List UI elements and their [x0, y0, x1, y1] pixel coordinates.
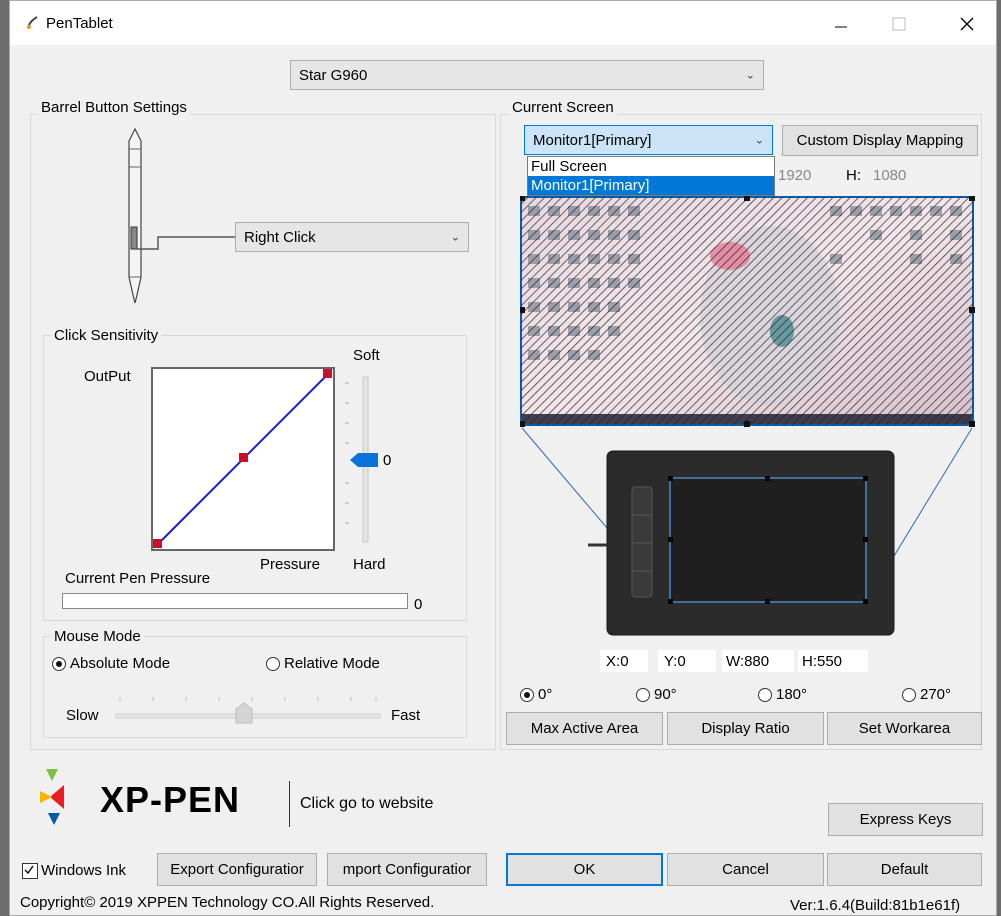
work-area-x: X: 0 — [600, 650, 648, 672]
default-button[interactable]: Default — [827, 853, 982, 886]
custom-display-mapping-button[interactable]: Custom Display Mapping — [782, 125, 978, 156]
cancel-button[interactable]: Cancel — [667, 853, 824, 886]
copyright-text: Copyright© 2019 XPPEN Technology CO.All … — [20, 894, 435, 911]
checkbox-checked-icon — [22, 862, 38, 879]
brand-wordmark: XP-PEN — [100, 779, 241, 820]
radio-selected-icon — [52, 656, 66, 671]
screen-height-value: 1080 — [873, 167, 907, 184]
close-icon[interactable] — [944, 7, 990, 41]
dropdown-option-monitor1[interactable]: Monitor1[Primary] — [528, 176, 774, 195]
title-bar: PenTablet — [10, 1, 996, 45]
windows-ink-checkbox[interactable]: Windows Ink — [22, 862, 126, 879]
pen-illustration — [128, 127, 142, 304]
export-configuration-button[interactable]: Export Configuratior — [157, 853, 317, 886]
pressure-curve-graph[interactable] — [151, 367, 335, 551]
barrel-button-settings-label: Barrel Button Settings — [38, 99, 190, 116]
fast-label: Fast — [391, 707, 421, 724]
version-text: Ver:1.6.4(Build:81b1e61f) — [790, 897, 961, 914]
tablet-preview[interactable] — [588, 449, 898, 637]
sensitivity-slider-thumb[interactable] — [350, 453, 378, 467]
radio-empty-icon — [758, 687, 772, 702]
mouse-speed-thumb[interactable] — [235, 702, 253, 724]
pen-button-connector — [134, 236, 236, 250]
minimize-icon[interactable] — [818, 7, 864, 41]
curve-point-mid[interactable] — [239, 453, 248, 462]
express-keys-button[interactable]: Express Keys — [828, 803, 983, 836]
screen-preview[interactable] — [520, 196, 975, 428]
chevron-down-icon: ⌄ — [745, 69, 755, 82]
sensitivity-value: 0 — [383, 452, 392, 469]
import-configuration-button[interactable]: mport Configuratior — [327, 853, 487, 886]
pen-pressure-value: 0 — [414, 596, 423, 613]
monitor-select[interactable]: Monitor1[Primary] ⌄ — [524, 125, 773, 155]
barrel-button-action-select[interactable]: Right Click ⌄ — [235, 222, 469, 252]
maximize-icon[interactable] — [876, 7, 922, 41]
absolute-mode-radio[interactable]: Absolute Mode — [52, 655, 170, 672]
rotation-0-radio[interactable]: 0° — [520, 686, 552, 703]
soft-label: Soft — [353, 347, 380, 364]
mouse-mode-label: Mouse Mode — [51, 628, 144, 645]
max-active-area-button[interactable]: Max Active Area — [506, 712, 663, 745]
chevron-down-icon: ⌄ — [450, 231, 460, 244]
display-ratio-button[interactable]: Display Ratio — [667, 712, 824, 745]
pentablet-window: PenTablet Star G960 ⌄ Barrel Button Sett… — [9, 0, 997, 916]
mouse-speed-slider[interactable] — [114, 691, 384, 727]
work-area-y: Y: 0 — [658, 650, 716, 672]
pen-pressure-bar — [62, 593, 408, 609]
chevron-down-icon: ⌄ — [754, 134, 764, 147]
radio-empty-icon — [902, 687, 916, 702]
relative-mode-radio[interactable]: Relative Mode — [266, 655, 380, 672]
hard-label: Hard — [353, 556, 386, 573]
slow-label: Slow — [66, 707, 99, 724]
rotation-90-radio[interactable]: 90° — [636, 686, 677, 703]
radio-empty-icon — [266, 656, 280, 671]
monitor-dropdown-list: Full Screen Monitor1[Primary] — [527, 156, 775, 196]
rotation-180-radio[interactable]: 180° — [758, 686, 807, 703]
radio-selected-icon — [520, 687, 534, 702]
window-title: PenTablet — [46, 15, 113, 32]
curve-point-end[interactable] — [323, 369, 332, 378]
ok-button[interactable]: OK — [506, 853, 663, 886]
screen-height-label: H: — [846, 167, 861, 184]
click-sensitivity-label: Click Sensitivity — [51, 327, 162, 344]
curve-point-start[interactable] — [153, 539, 162, 548]
xp-pen-logo-icon — [40, 769, 64, 825]
brand-divider — [289, 781, 290, 827]
current-pen-pressure-label: Current Pen Pressure — [65, 570, 211, 587]
set-workarea-button[interactable]: Set Workarea — [827, 712, 982, 745]
pressure-label: Pressure — [260, 556, 321, 573]
dropdown-option-full-screen[interactable]: Full Screen — [528, 157, 774, 176]
work-area-w: W: 880 — [722, 650, 794, 672]
output-label: OutPut — [84, 368, 131, 385]
website-link[interactable]: Click go to website — [300, 795, 433, 813]
rotation-270-radio[interactable]: 270° — [902, 686, 951, 703]
current-screen-label: Current Screen — [509, 99, 617, 116]
device-select[interactable]: Star G960 ⌄ — [290, 60, 764, 90]
tablet-active-area[interactable] — [669, 477, 867, 603]
work-area-h: H: 550 — [798, 650, 868, 672]
app-logo-icon — [27, 16, 38, 29]
radio-empty-icon — [636, 687, 650, 702]
screen-width-value: 1920 — [778, 167, 812, 184]
